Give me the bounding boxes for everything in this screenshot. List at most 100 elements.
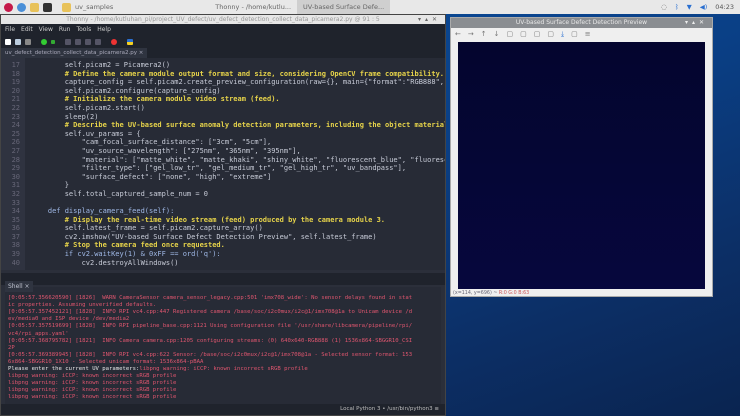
code-line: 34 def display_camera_feed(self): xyxy=(1,207,445,216)
editor-tab[interactable]: uv_defect_detection_collect_data_picamer… xyxy=(1,48,148,58)
properties-icon[interactable]: ≡ xyxy=(585,30,591,38)
code-line: 23 sleep(2) xyxy=(1,113,445,122)
shell-line: ic properties. Assuming unverified defau… xyxy=(8,302,157,309)
save-image-icon[interactable]: ⤓ xyxy=(561,30,564,39)
code-line: 21 # Initialize the camera module video … xyxy=(1,95,445,104)
preview-status: (x=114, y=696) ~ R:0 G:0 B:63 xyxy=(453,291,529,296)
menu-run[interactable]: Run xyxy=(59,26,71,33)
line-number: 36 xyxy=(11,224,20,233)
raspberry-menu-icon[interactable] xyxy=(4,2,13,12)
shell-line: [0:05:57.369389945] [1828] INFO RPI vc4.… xyxy=(8,351,413,358)
preview-title: UV-based Surface Defect Detection Previe… xyxy=(515,19,648,26)
code-text: "cam_focal_surface_distance": ["3cm", "5… xyxy=(31,138,272,147)
warning-text: libpng warning: iCCP: known incorrect sR… xyxy=(139,366,308,373)
copy-image-icon[interactable]: ▢ xyxy=(571,30,578,38)
down-icon[interactable]: ↓ xyxy=(494,30,500,38)
line-number: 24 xyxy=(11,121,20,130)
forward-icon[interactable]: → xyxy=(468,30,474,38)
code-line: 30 "surface_defect": ["none", "high", "e… xyxy=(1,173,445,182)
camera-feed-image[interactable] xyxy=(458,42,705,289)
line-number: 26 xyxy=(11,138,20,147)
line-number: 33 xyxy=(11,198,20,207)
shell-line: libpng warning: iCCP: known incorrect sR… xyxy=(8,394,177,401)
shell-line: [0:05:57.357519699] [1828] INFO RPI pipe… xyxy=(8,323,413,330)
preview-title-bar[interactable]: UV-based Surface Defect Detection Previe… xyxy=(451,18,712,28)
code-line: 27 "uv_source_wavelength": ["275nm", "36… xyxy=(1,147,445,156)
taskbar: uv_samples Thonny - /home/kutlu... UV-ba… xyxy=(0,0,740,14)
open-file-icon[interactable] xyxy=(15,38,21,45)
code-editor[interactable]: 17 self.picam2 = Picamera2() 18 # Define … xyxy=(1,58,445,270)
code-line: 26 "cam_focal_surface_distance": ["3cm",… xyxy=(1,138,445,147)
new-file-icon[interactable] xyxy=(5,38,11,45)
browser-icon[interactable] xyxy=(17,2,26,12)
editor-tab-bar: uv_defect_detection_collect_data_picamer… xyxy=(1,48,445,58)
menu-edit[interactable]: Edit xyxy=(21,26,33,33)
menu-file[interactable]: File xyxy=(5,26,15,33)
code-line: 18 # Define the camera module output for… xyxy=(1,70,445,79)
back-icon[interactable]: ← xyxy=(455,30,461,38)
shell-output[interactable]: se[0:05:57.356620590] [1826] WARN Camera… xyxy=(5,287,441,404)
shell-tab[interactable]: Shell × xyxy=(5,281,33,292)
code-text: # Display the real-time video stream (fe… xyxy=(31,215,386,224)
zoom-original-icon[interactable]: ▢ xyxy=(547,30,554,38)
menu-tools[interactable]: Tools xyxy=(76,26,91,33)
line-number: 34 xyxy=(11,207,20,216)
volume-icon[interactable]: ◀) xyxy=(700,3,708,11)
code-line: 39 if cv2.waitKey(1) & 0xFF == ord('q'): xyxy=(1,250,445,259)
status-bar[interactable]: Local Python 3 • /usr/bin/python3 ≡ xyxy=(1,404,445,415)
step-out-icon[interactable] xyxy=(85,38,91,45)
code-text: self.latest_frame = self.picam2.capture_… xyxy=(31,224,263,233)
code-line: 32 self.total_captured_sample_num = 0 xyxy=(1,190,445,199)
shell-tab-bar: Shell × xyxy=(1,273,445,292)
menu-help[interactable]: Help xyxy=(97,26,111,33)
file-manager-icon[interactable] xyxy=(30,2,39,12)
zoom-in-icon[interactable]: ▢ xyxy=(507,30,514,38)
cursor-coords: (x=114, y=696) ~ xyxy=(453,291,498,296)
code-line: 17 self.picam2 = Picamera2() xyxy=(1,61,445,70)
line-number: 37 xyxy=(11,232,20,241)
toolbar xyxy=(1,35,445,48)
line-number: 27 xyxy=(11,146,20,155)
line-number: 17 xyxy=(11,61,20,69)
code-text: "filter_type": ["gel_low_tr", "gel_mediu… xyxy=(31,164,407,173)
code-text: self.uv_params = { xyxy=(31,129,141,138)
line-number: 31 xyxy=(11,181,20,190)
shell-line: vc4/rpi_apps.yaml' xyxy=(8,330,69,337)
code-text: "surface_defect": ["none", "high", "extr… xyxy=(31,172,272,181)
line-number: 28 xyxy=(11,155,20,164)
taskbar-item-thonny[interactable]: Thonny - /home/kutlu... xyxy=(209,0,297,14)
run-icon[interactable] xyxy=(41,38,47,45)
menu-bar: File Edit View Run Tools Help xyxy=(1,24,445,35)
support-ukraine-icon[interactable] xyxy=(127,38,133,45)
code-line: 19 capture_config = self.picam2.create_p… xyxy=(1,78,445,87)
code-text: def display_camera_feed(self): xyxy=(31,207,175,216)
up-icon[interactable]: ↑ xyxy=(481,30,487,38)
preview-window-controls[interactable]: ▾▴✕ xyxy=(685,18,708,28)
line-number: 20 xyxy=(11,86,20,95)
shell-line: libpng warning: iCCP: known incorrect sR… xyxy=(8,387,177,394)
wifi-icon[interactable]: ▼ xyxy=(687,3,692,11)
shell-line: ev/media0 and ISP device /dev/media2 xyxy=(8,316,130,323)
stop-icon[interactable] xyxy=(111,38,117,45)
resume-icon[interactable] xyxy=(95,38,101,45)
terminal-icon[interactable] xyxy=(43,2,52,12)
line-number: 19 xyxy=(11,78,20,87)
zoom-fit-icon[interactable]: ▢ xyxy=(534,30,541,38)
save-icon[interactable] xyxy=(25,38,31,45)
window-title: Thonny - /home/kutluhan_pi/project_UV_de… xyxy=(66,16,380,23)
bluetooth-icon[interactable]: ᛒ xyxy=(675,3,679,11)
pixel-value: R:0 G:0 B:63 xyxy=(498,291,530,296)
update-icon[interactable]: ◌ xyxy=(661,3,667,11)
step-over-icon[interactable] xyxy=(65,38,71,45)
window-controls[interactable]: ▾▴✕ xyxy=(418,15,441,24)
code-text: if cv2.waitKey(1) & 0xFF == ord('q'): xyxy=(31,250,221,259)
taskbar-item-preview[interactable]: UV-based Surface Defe... xyxy=(297,0,391,14)
menu-view[interactable]: View xyxy=(39,26,53,33)
code-line: 38 # Stop the camera feed once requested… xyxy=(1,241,445,250)
code-text: capture_config = self.picam2.create_prev… xyxy=(31,78,445,87)
zoom-out-icon[interactable]: ▢ xyxy=(520,30,527,38)
debug-icon[interactable] xyxy=(51,39,55,44)
thonny-title-bar[interactable]: Thonny - /home/kutluhan_pi/project_UV_de… xyxy=(1,15,445,24)
taskbar-item-folder[interactable]: uv_samples xyxy=(52,0,119,14)
step-into-icon[interactable] xyxy=(75,38,81,45)
